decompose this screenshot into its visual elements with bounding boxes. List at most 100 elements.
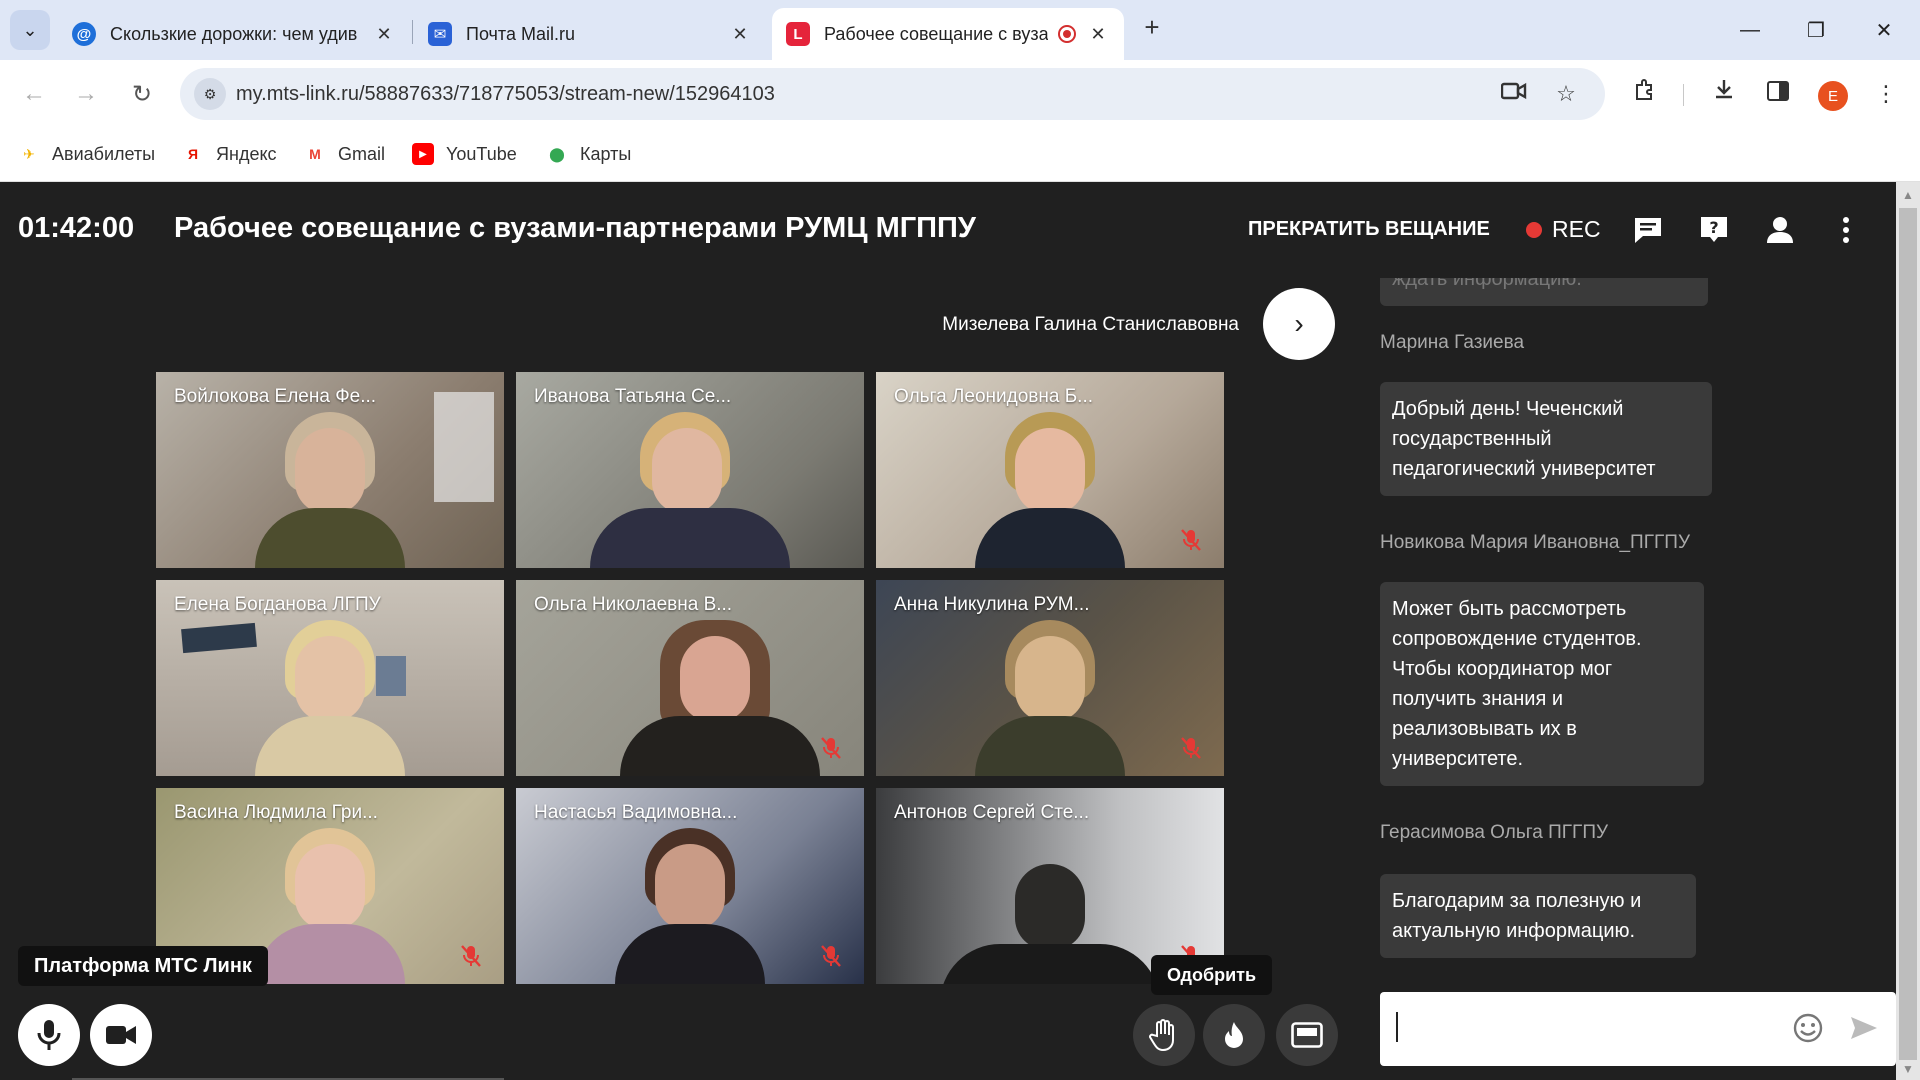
participants-button[interactable] <box>1760 210 1800 250</box>
bookmark-youtube[interactable]: ▶ YouTube <box>412 140 517 168</box>
emoji-button[interactable] <box>1790 1010 1826 1046</box>
profile-avatar[interactable]: E <box>1818 81 1848 111</box>
participant-video <box>940 834 1160 984</box>
back-button[interactable]: ← <box>14 74 54 114</box>
rec-indicator[interactable]: REC <box>1526 216 1601 243</box>
participant-name: Иванова Татьяна Се... <box>534 386 732 407</box>
side-panel-icon[interactable] <box>1760 76 1796 112</box>
raise-hand-button[interactable] <box>1133 1004 1195 1066</box>
more-options-button[interactable] <box>1826 210 1866 250</box>
reload-button[interactable]: ↻ <box>122 74 162 114</box>
bookmark-maps[interactable]: ⬤ Карты <box>546 140 631 168</box>
tab-mail-inbox[interactable]: ✉ Почта Mail.ru ✕ <box>414 8 766 60</box>
bookmark-label: Яндекс <box>216 143 277 164</box>
chat-message-text: Благодарим за полезную и актуальную инфо… <box>1392 890 1642 942</box>
text-caret <box>1396 1012 1398 1042</box>
reactions-button[interactable] <box>1203 1004 1265 1066</box>
kebab-menu-icon <box>1843 217 1849 243</box>
chat-panel: ждать информацию. Марина Газиева Добрый … <box>1380 278 1896 974</box>
bookmark-yandex[interactable]: Я Яндекс <box>182 140 277 168</box>
microphone-icon <box>37 1020 61 1050</box>
page-scrollbar[interactable]: ▲ ▼ <box>1896 182 1920 1080</box>
send-button[interactable] <box>1846 1010 1882 1046</box>
video-tile[interactable]: Елена Богданова ЛГПУ <box>156 580 504 776</box>
participant-name: Ольга Леонидовна Б... <box>894 386 1094 407</box>
video-tile[interactable]: Ольга Николаевна В... <box>516 580 864 776</box>
close-icon[interactable]: ✕ <box>372 24 396 45</box>
chat-input[interactable] <box>1380 992 1896 1066</box>
video-tile[interactable]: Иванова Татьяна Се... <box>516 372 864 568</box>
browser-toolbar: ← → ↻ ⚙ my.mts-link.ru/58887633/71877505… <box>0 60 1920 128</box>
camera-button[interactable] <box>90 1004 152 1066</box>
chat-author: Герасимова Ольга ПГГПУ <box>1380 822 1609 843</box>
send-icon <box>1851 1017 1877 1039</box>
url-text[interactable]: my.mts-link.ru/58887633/718775053/stream… <box>236 83 775 106</box>
tab-title: Рабочее совещание с вуза <box>824 23 1048 44</box>
scroll-down-icon[interactable]: ▼ <box>1896 1062 1920 1076</box>
tab-title: Скользкие дорожки: чем удив <box>110 23 358 44</box>
participant-video <box>255 606 405 776</box>
envelope-icon: ✉ <box>428 22 452 46</box>
maps-pin-icon: ⬤ <box>549 145 565 162</box>
forward-button[interactable]: → <box>66 74 106 114</box>
kebab-menu-icon[interactable]: ⋮ <box>1868 76 1904 112</box>
participant-name: Ольга Николаевна В... <box>534 594 733 615</box>
camera-in-use-icon[interactable] <box>1500 80 1528 108</box>
minimize-button[interactable]: — <box>1722 10 1778 50</box>
new-tab-button[interactable]: + <box>1136 12 1168 48</box>
tab-search-button[interactable]: ⌄ <box>10 10 50 50</box>
stop-broadcast-button[interactable]: ПРЕКРАТИТЬ ВЕЩАНИЕ <box>1248 218 1490 241</box>
video-tile[interactable]: Анна Никулина РУМ... <box>876 580 1224 776</box>
current-speaker-name: Мизелева Галина Станиславовна <box>942 314 1239 335</box>
emoji-icon <box>1793 1013 1823 1043</box>
participant-name: Елена Богданова ЛГПУ <box>174 594 381 615</box>
help-button[interactable]: ? <box>1694 210 1734 250</box>
tab-mail-news[interactable]: @ Скользкие дорожки: чем удив ✕ <box>58 8 410 60</box>
video-tile[interactable]: Настасья Вадимовна... <box>516 788 864 984</box>
reload-icon: ↻ <box>131 80 153 108</box>
video-tile[interactable]: Ольга Леонидовна Б... <box>876 372 1224 568</box>
arrow-left-icon: ← <box>22 80 46 107</box>
video-camera-icon <box>106 1026 136 1044</box>
bookmark-label: Карты <box>580 143 632 164</box>
rec-label: REC <box>1552 216 1601 242</box>
download-icon[interactable] <box>1706 76 1742 112</box>
site-settings-icon[interactable]: ⚙ <box>194 78 226 110</box>
participant-video <box>975 398 1125 568</box>
close-window-button[interactable]: ✕ <box>1856 10 1912 50</box>
video-tile[interactable]: Войлокова Елена Фе... <box>156 372 504 568</box>
arrow-right-icon: → <box>74 80 98 107</box>
rec-dot-icon <box>1526 221 1542 238</box>
microphone-button[interactable] <box>18 1004 80 1066</box>
next-page-button[interactable]: › <box>1263 288 1335 360</box>
close-icon[interactable]: ✕ <box>1086 24 1110 45</box>
toolbar-divider <box>1683 84 1684 106</box>
participant-name: Войлокова Елена Фе... <box>174 386 377 407</box>
chat-message-text: ждать информацию. <box>1392 278 1582 290</box>
picture-in-picture-button[interactable] <box>1276 1004 1338 1066</box>
scrollbar-thumb[interactable] <box>1899 208 1917 1060</box>
recording-indicator-icon <box>1058 25 1076 43</box>
participant-name: Настасья Вадимовна... <box>534 802 738 823</box>
close-icon[interactable]: ✕ <box>728 24 752 45</box>
fire-icon <box>1225 1022 1243 1048</box>
hand-icon <box>1149 1019 1174 1052</box>
chat-message-text: Может быть рассмотреть сопровождение сту… <box>1392 598 1642 770</box>
address-bar[interactable]: ⚙ my.mts-link.ru/58887633/718775053/stre… <box>180 68 1605 120</box>
chevron-down-icon: ⌄ <box>22 19 38 40</box>
scroll-up-icon[interactable]: ▲ <box>1896 188 1920 202</box>
bookmark-aviatickets[interactable]: ✈ Авиабилеты <box>18 140 155 168</box>
person-icon <box>1767 217 1793 243</box>
chat-toggle-button[interactable] <box>1628 210 1668 250</box>
participant-video <box>255 398 405 568</box>
mail-at-icon: @ <box>72 22 96 46</box>
restore-button[interactable]: ❐ <box>1788 10 1844 50</box>
tab-webinar-active[interactable]: L Рабочее совещание с вуза ✕ <box>772 8 1124 60</box>
bookmark-gmail[interactable]: M Gmail <box>304 140 385 168</box>
participant-video <box>620 606 820 776</box>
minimize-icon: — <box>1740 18 1760 41</box>
star-icon[interactable]: ☆ <box>1552 80 1580 108</box>
extensions-icon[interactable] <box>1627 76 1663 112</box>
youtube-icon: ▶ <box>412 143 434 165</box>
browser-tab-bar: ⌄ @ Скользкие дорожки: чем удив ✕ ✉ Почт… <box>0 0 1920 60</box>
